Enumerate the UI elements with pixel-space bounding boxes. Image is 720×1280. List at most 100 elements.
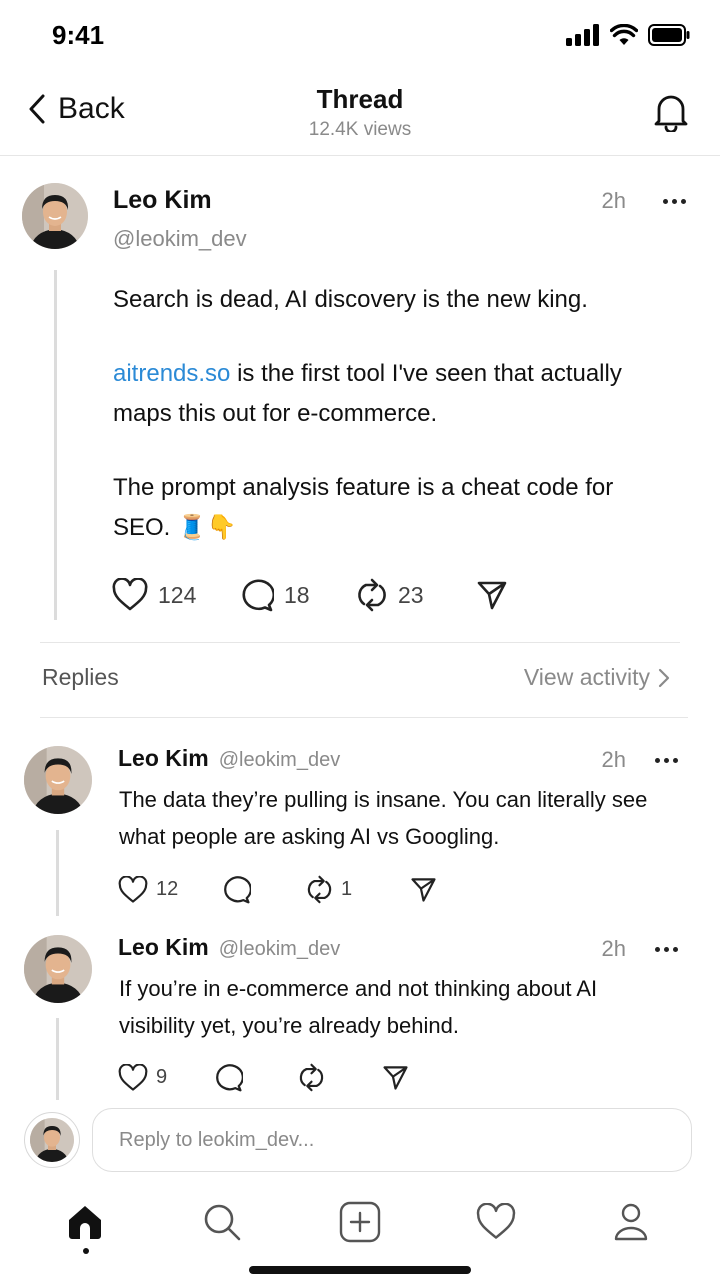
new-post-icon bbox=[339, 1201, 381, 1243]
post-author-handle[interactable]: @leokim_dev bbox=[113, 226, 247, 252]
repost-button[interactable] bbox=[298, 1063, 382, 1092]
post-author-name[interactable]: Leo Kim bbox=[113, 186, 212, 215]
replies-label: Replies bbox=[42, 664, 119, 690]
post-body: Search is dead, AI discovery is the new … bbox=[113, 280, 673, 582]
more-options-button[interactable] bbox=[655, 947, 678, 952]
reply-input-placeholder: Reply to leokim_dev... bbox=[119, 1128, 315, 1151]
reply-actions: 9 bbox=[118, 1063, 409, 1092]
like-count: 12 bbox=[156, 878, 179, 900]
more-options-button[interactable] bbox=[655, 758, 678, 763]
reply-author-name[interactable]: Leo Kim bbox=[118, 745, 209, 771]
home-indicator bbox=[249, 1266, 471, 1274]
reply-author-name[interactable]: Leo Kim bbox=[118, 934, 209, 960]
reply-input[interactable]: Reply to leokim_dev... bbox=[92, 1108, 692, 1172]
avatar-person-image bbox=[24, 935, 92, 1003]
comment-bubble-icon bbox=[242, 579, 274, 612]
send-icon bbox=[383, 1066, 408, 1090]
bell-icon bbox=[654, 95, 688, 132]
activity-heart-icon bbox=[476, 1203, 516, 1239]
page-title: Thread bbox=[316, 84, 404, 114]
repost-button[interactable]: 23 bbox=[356, 578, 476, 612]
home-icon bbox=[69, 1206, 101, 1239]
reply-timestamp: 2h bbox=[601, 936, 626, 961]
section-divider bbox=[40, 642, 680, 643]
post-paragraph: aitrends.so is the first tool I've seen … bbox=[113, 354, 673, 434]
avatar[interactable] bbox=[24, 935, 92, 1003]
repost-icon bbox=[358, 578, 386, 612]
repost-icon bbox=[307, 875, 332, 904]
thread-line bbox=[56, 1018, 59, 1100]
composer-avatar bbox=[24, 1112, 80, 1168]
header-title-block: Thread 12.4K views bbox=[0, 84, 720, 141]
reply-text: If you’re in e-commerce and not thinking… bbox=[119, 976, 598, 1038]
tab-home[interactable] bbox=[61, 1198, 109, 1246]
comment-button[interactable] bbox=[222, 875, 306, 904]
repost-button[interactable]: 1 bbox=[306, 875, 410, 904]
comment-bubble-icon bbox=[216, 1064, 243, 1092]
more-dot bbox=[681, 199, 686, 204]
repost-count: 1 bbox=[341, 878, 353, 900]
active-tab-indicator bbox=[83, 1248, 89, 1254]
repost-icon bbox=[299, 1063, 324, 1092]
view-count: 12.4K views bbox=[308, 119, 412, 140]
header-divider bbox=[0, 155, 720, 156]
reply-header: Leo Kim @leokim_dev bbox=[118, 745, 340, 772]
post-paragraph: The prompt analysis feature is a cheat c… bbox=[113, 474, 614, 541]
like-button[interactable]: 124 bbox=[112, 578, 240, 612]
avatar-person-image bbox=[30, 1118, 74, 1162]
repost-count: 23 bbox=[398, 581, 424, 608]
more-dot bbox=[673, 758, 678, 763]
more-dot bbox=[664, 758, 669, 763]
more-options-button[interactable] bbox=[663, 199, 686, 204]
thread-line bbox=[56, 830, 59, 916]
profile-icon bbox=[614, 1203, 648, 1241]
post-paragraph: Search is dead, AI discovery is the new … bbox=[113, 286, 588, 313]
tab-new-post[interactable] bbox=[336, 1198, 384, 1246]
like-count: 9 bbox=[156, 1066, 168, 1088]
tab-profile[interactable] bbox=[607, 1198, 655, 1246]
status-time: 9:41 bbox=[52, 20, 105, 50]
avatar-person-image bbox=[24, 746, 92, 814]
more-dot bbox=[664, 947, 669, 952]
like-button[interactable]: 9 bbox=[118, 1063, 214, 1092]
comment-bubble-icon bbox=[224, 876, 251, 904]
view-activity-label: View activity bbox=[523, 664, 650, 690]
share-button[interactable] bbox=[410, 876, 437, 903]
share-button[interactable] bbox=[382, 1064, 409, 1091]
heart-icon bbox=[112, 578, 148, 611]
avatar-person-image bbox=[22, 183, 88, 249]
more-dot bbox=[673, 947, 678, 952]
view-activity-link[interactable]: View activity bbox=[524, 664, 670, 691]
battery-icon bbox=[648, 24, 690, 46]
avatar[interactable] bbox=[22, 183, 88, 249]
comment-count: 18 bbox=[284, 581, 310, 608]
send-icon bbox=[411, 878, 436, 902]
comment-button[interactable]: 18 bbox=[240, 578, 356, 612]
avatar[interactable] bbox=[24, 746, 92, 814]
reply-text: The data they’re pulling is insane. You … bbox=[119, 787, 648, 849]
tab-search[interactable] bbox=[198, 1198, 246, 1246]
post-actions: 124 18 23 bbox=[112, 578, 508, 612]
reply-author-handle[interactable]: @leokim_dev bbox=[219, 749, 340, 771]
post-timestamp: 2h bbox=[601, 188, 626, 213]
reply-author-handle[interactable]: @leokim_dev bbox=[219, 938, 340, 960]
more-dot bbox=[663, 199, 668, 204]
more-dot bbox=[672, 199, 677, 204]
reply-timestamp: 2h bbox=[601, 747, 626, 772]
search-icon bbox=[204, 1204, 241, 1241]
chevron-right-icon bbox=[658, 668, 670, 687]
reply-header: Leo Kim @leokim_dev bbox=[118, 934, 340, 961]
like-button[interactable]: 12 bbox=[118, 875, 222, 904]
reply-actions: 12 1 bbox=[118, 875, 437, 904]
share-button[interactable] bbox=[476, 579, 508, 611]
section-divider bbox=[40, 717, 688, 718]
status-icons bbox=[566, 24, 690, 46]
tab-activity[interactable] bbox=[472, 1198, 520, 1246]
thread-line bbox=[54, 270, 57, 620]
like-count: 124 bbox=[158, 581, 197, 608]
comment-button[interactable] bbox=[214, 1063, 298, 1092]
more-dot bbox=[655, 758, 660, 763]
more-dot bbox=[655, 947, 660, 952]
post-link[interactable]: aitrends.so bbox=[113, 360, 230, 387]
notifications-button[interactable] bbox=[652, 92, 690, 132]
